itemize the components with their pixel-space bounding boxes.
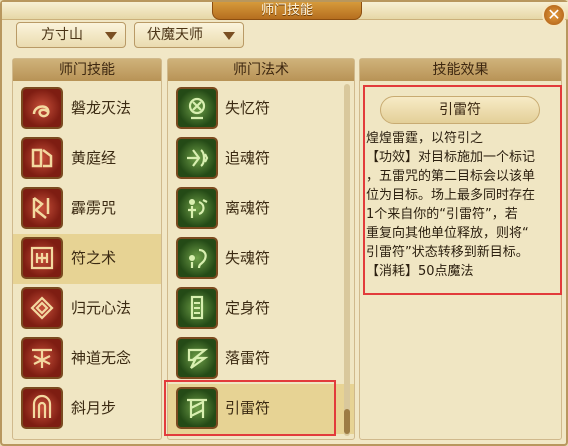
thunder-seal-icon bbox=[21, 187, 63, 229]
skill-item-shendao[interactable]: 神道无念 bbox=[13, 334, 161, 384]
soul-chase-talisman-icon bbox=[176, 137, 218, 179]
skill-item-label: 神道无念 bbox=[71, 349, 132, 367]
spell-item-lihun[interactable]: 离魂符 bbox=[168, 184, 354, 234]
skill-item-huangting[interactable]: 黄庭经 bbox=[13, 134, 161, 184]
skill-item-xieyue[interactable]: 斜月步 bbox=[13, 384, 161, 434]
scroll-book-icon bbox=[21, 137, 63, 179]
school-skills-header: 师门技能 bbox=[13, 59, 161, 81]
spell-item-shiyi[interactable]: 失忆符 bbox=[168, 84, 354, 134]
school-dropdown-value: 方寸山 bbox=[41, 27, 83, 43]
dragon-coil-icon bbox=[21, 87, 63, 129]
spell-item-label: 失魂符 bbox=[225, 249, 271, 267]
spell-item-label: 定身符 bbox=[225, 299, 271, 317]
amnesia-talisman-icon bbox=[176, 87, 218, 129]
skill-item-pili[interactable]: 霹雳咒 bbox=[13, 184, 161, 234]
master-dropdown-value: 伏魔天师 bbox=[147, 27, 203, 43]
spells-scrollbar[interactable] bbox=[344, 84, 350, 436]
skill-item-label: 磐龙灭法 bbox=[71, 99, 132, 117]
soul-depart-talisman-icon bbox=[176, 187, 218, 229]
skill-item-panlong[interactable]: 磐龙灭法 bbox=[13, 84, 161, 134]
crescent-step-icon bbox=[21, 387, 63, 429]
spell-item-luolei[interactable]: 落雷符 bbox=[168, 334, 354, 384]
chevron-down-icon bbox=[223, 32, 235, 40]
spell-item-dingshen[interactable]: 定身符 bbox=[168, 284, 354, 334]
spells-scrollbar-thumb[interactable] bbox=[344, 409, 350, 434]
binding-talisman-icon bbox=[176, 287, 218, 329]
spell-item-label: 追魂符 bbox=[225, 149, 271, 167]
school-spells-header: 师门法术 bbox=[168, 59, 354, 81]
skill-item-fuzhishu[interactable]: 符之术 bbox=[13, 234, 161, 284]
window-title: 师门技能 bbox=[212, 2, 362, 20]
spell-item-label: 落雷符 bbox=[225, 349, 271, 367]
spell-item-shihun[interactable]: 失魂符 bbox=[168, 234, 354, 284]
skill-item-label: 黄庭经 bbox=[71, 149, 117, 167]
skill-effect-header: 技能效果 bbox=[360, 59, 561, 81]
master-dropdown[interactable]: 伏魔天师 bbox=[134, 22, 244, 48]
skill-item-label: 归元心法 bbox=[71, 299, 132, 317]
school-skills-panel: 师门技能 磐龙灭法 黄庭经 霹雳咒 符之术 归元心法 神道无念 斜月步 bbox=[12, 58, 162, 440]
close-button[interactable]: ✕ bbox=[542, 3, 566, 27]
spell-item-label: 失忆符 bbox=[225, 99, 271, 117]
effect-highlight bbox=[363, 85, 562, 295]
title-bar: 师门技能 bbox=[2, 2, 568, 20]
skill-item-label: 符之术 bbox=[71, 249, 117, 267]
divine-path-icon bbox=[21, 337, 63, 379]
skill-item-guiyuan[interactable]: 归元心法 bbox=[13, 284, 161, 334]
school-dropdown[interactable]: 方寸山 bbox=[16, 22, 126, 48]
talisman-art-icon bbox=[21, 237, 63, 279]
selected-spell-highlight bbox=[164, 380, 336, 436]
falling-thunder-talisman-icon bbox=[176, 337, 218, 379]
chevron-down-icon bbox=[105, 32, 117, 40]
skills-window: 师门技能 ✕ 方寸山 伏魔天师 师门技能 磐龙灭法 黄庭经 霹雳咒 符之术 归元… bbox=[0, 0, 568, 446]
skill-item-label: 斜月步 bbox=[71, 399, 117, 417]
spell-item-label: 离魂符 bbox=[225, 199, 271, 217]
skill-item-label: 霹雳咒 bbox=[71, 199, 117, 217]
soul-loss-talisman-icon bbox=[176, 237, 218, 279]
heart-method-icon bbox=[21, 287, 63, 329]
spell-item-zhuihun[interactable]: 追魂符 bbox=[168, 134, 354, 184]
